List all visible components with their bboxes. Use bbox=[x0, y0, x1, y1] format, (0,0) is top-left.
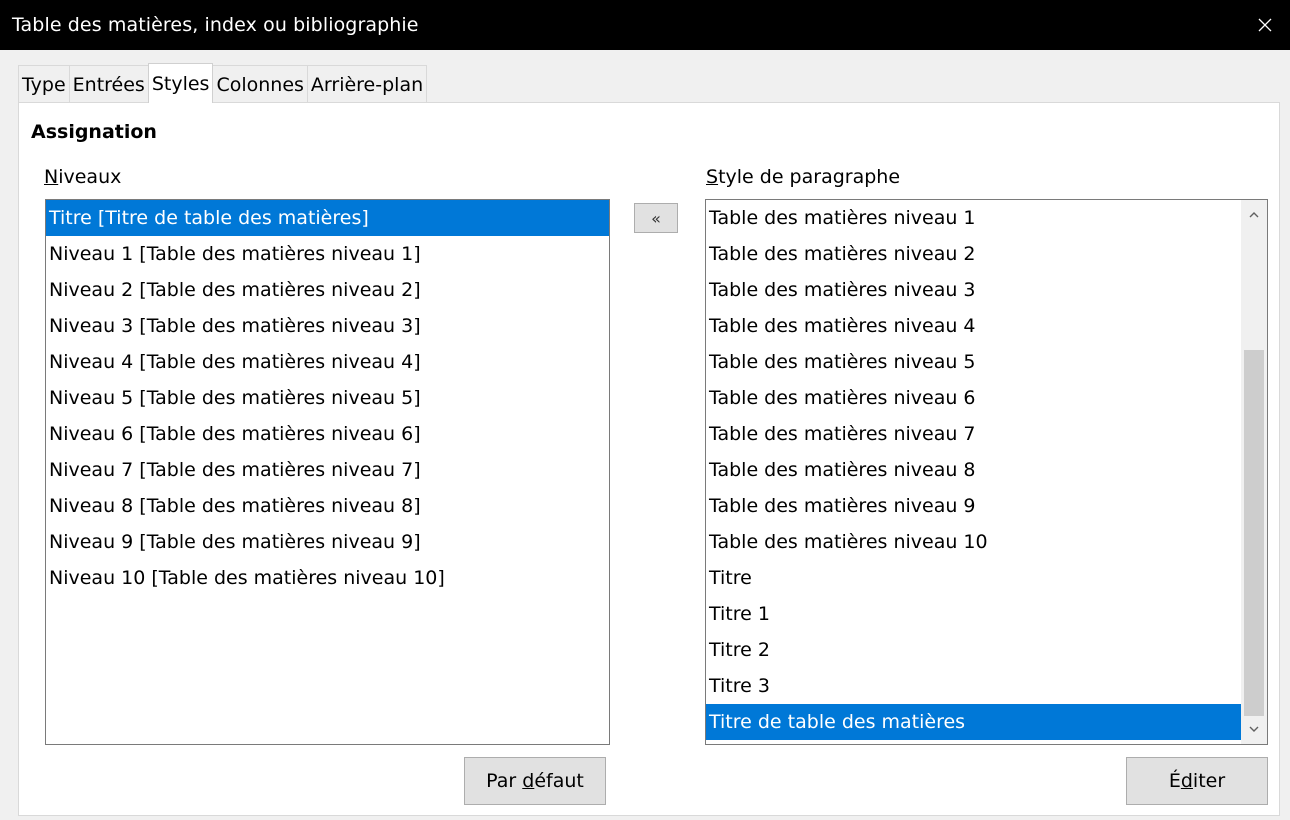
paragraph-style-label-mnemonic: S bbox=[706, 166, 719, 188]
tab-styles[interactable]: Styles bbox=[147, 63, 214, 103]
tab-type[interactable]: Type bbox=[18, 65, 70, 103]
levels-label: Niveaux bbox=[44, 166, 121, 188]
title-bar[interactable]: Table des matières, index ou bibliograph… bbox=[0, 0, 1290, 50]
tab-colonnes[interactable]: Colonnes bbox=[212, 65, 308, 103]
paragraph-style-list-item[interactable]: Table des matières niveau 2 bbox=[706, 236, 1241, 272]
default-button-text-b: éfaut bbox=[534, 770, 584, 792]
levels-label-text: iveaux bbox=[58, 166, 122, 188]
paragraph-style-label-text: tyle de paragraphe bbox=[718, 166, 901, 188]
edit-button-text-a: É bbox=[1168, 770, 1181, 792]
level-list-item[interactable]: Niveau 6 [Table des matières niveau 6] bbox=[46, 416, 609, 452]
tab-bar: Type Entrées Styles Colonnes Arrière-pla… bbox=[18, 63, 428, 103]
paragraph-style-list-item[interactable]: Table des matières niveau 4 bbox=[706, 308, 1241, 344]
edit-button-mnemonic: d bbox=[1180, 770, 1193, 792]
level-list-item[interactable]: Niveau 8 [Table des matières niveau 8] bbox=[46, 488, 609, 524]
level-list-item[interactable]: Niveau 9 [Table des matières niveau 9] bbox=[46, 524, 609, 560]
level-list-item[interactable]: Niveau 10 [Table des matières niveau 10] bbox=[46, 560, 609, 596]
paragraph-style-list-item[interactable]: Titre de table des matières bbox=[706, 704, 1241, 740]
level-list-item[interactable]: Niveau 3 [Table des matières niveau 3] bbox=[46, 308, 609, 344]
paragraph-style-list-item[interactable]: Table des matières niveau 9 bbox=[706, 488, 1241, 524]
paragraph-style-list-item[interactable]: Table des matières niveau 5 bbox=[706, 344, 1241, 380]
levels-listbox[interactable]: Titre [Titre de table des matières] Nivea… bbox=[45, 199, 610, 745]
window-title: Table des matières, index ou bibliograph… bbox=[12, 14, 419, 36]
paragraph-style-list-item[interactable]: Table des matières niveau 3 bbox=[706, 272, 1241, 308]
paragraph-style-items: Table des matières niveau 1 Table des mat… bbox=[706, 200, 1241, 740]
toc-dialog: Table des matières, index ou bibliograph… bbox=[0, 0, 1290, 820]
paragraph-style-list-item[interactable]: Titre 1 bbox=[706, 596, 1241, 632]
level-list-item[interactable]: Niveau 2 [Table des matières niveau 2] bbox=[46, 272, 609, 308]
tab-entrees[interactable]: Entrées bbox=[68, 65, 149, 103]
assign-style-button[interactable]: « bbox=[634, 203, 678, 233]
paragraph-style-label: Style de paragraphe bbox=[706, 166, 900, 188]
chevron-down-icon bbox=[1249, 726, 1259, 732]
close-button[interactable] bbox=[1240, 0, 1290, 50]
edit-button[interactable]: Éd iter bbox=[1126, 757, 1268, 805]
section-title: Assignation bbox=[31, 121, 157, 143]
paragraph-style-list-item[interactable]: Table des matières niveau 6 bbox=[706, 380, 1241, 416]
paragraph-style-list-item[interactable]: Titre 2 bbox=[706, 632, 1241, 668]
scroll-up-button[interactable] bbox=[1241, 202, 1267, 228]
paragraph-style-list-item[interactable]: Table des matières niveau 10 bbox=[706, 524, 1241, 560]
tab-arriere-plan[interactable]: Arrière-plan bbox=[306, 65, 428, 103]
paragraph-style-scrollbar[interactable] bbox=[1241, 200, 1267, 744]
scrollbar-thumb[interactable] bbox=[1244, 350, 1264, 716]
level-list-item[interactable]: Niveau 5 [Table des matières niveau 5] bbox=[46, 380, 609, 416]
default-button-mnemonic: d bbox=[522, 770, 535, 792]
default-button-text-a: Par bbox=[486, 770, 523, 792]
styles-panel: Assignation Niveaux Titre [Titre de tabl… bbox=[18, 102, 1280, 816]
level-list-item[interactable]: Niveau 4 [Table des matières niveau 4] bbox=[46, 344, 609, 380]
paragraph-style-list-item[interactable]: Table des matières niveau 8 bbox=[706, 452, 1241, 488]
paragraph-style-list-item[interactable]: Titre 3 bbox=[706, 668, 1241, 704]
paragraph-style-listbox[interactable]: Table des matières niveau 1 Table des mat… bbox=[705, 199, 1268, 745]
close-icon bbox=[1258, 18, 1272, 32]
chevron-up-icon bbox=[1249, 212, 1259, 218]
level-list-item[interactable]: Titre [Titre de table des matières] bbox=[46, 200, 609, 236]
scroll-down-button[interactable] bbox=[1241, 716, 1267, 742]
edit-button-text-b: iter bbox=[1192, 770, 1226, 792]
paragraph-style-list-item[interactable]: Table des matières niveau 1 bbox=[706, 200, 1241, 236]
level-list-item[interactable]: Niveau 7 [Table des matières niveau 7] bbox=[46, 452, 609, 488]
paragraph-style-list-item[interactable]: Titre bbox=[706, 560, 1241, 596]
paragraph-style-list-item[interactable]: Table des matières niveau 7 bbox=[706, 416, 1241, 452]
level-list-item[interactable]: Niveau 1 [Table des matières niveau 1] bbox=[46, 236, 609, 272]
levels-label-mnemonic: N bbox=[44, 166, 59, 188]
default-button[interactable]: Par d éfaut bbox=[464, 757, 606, 805]
